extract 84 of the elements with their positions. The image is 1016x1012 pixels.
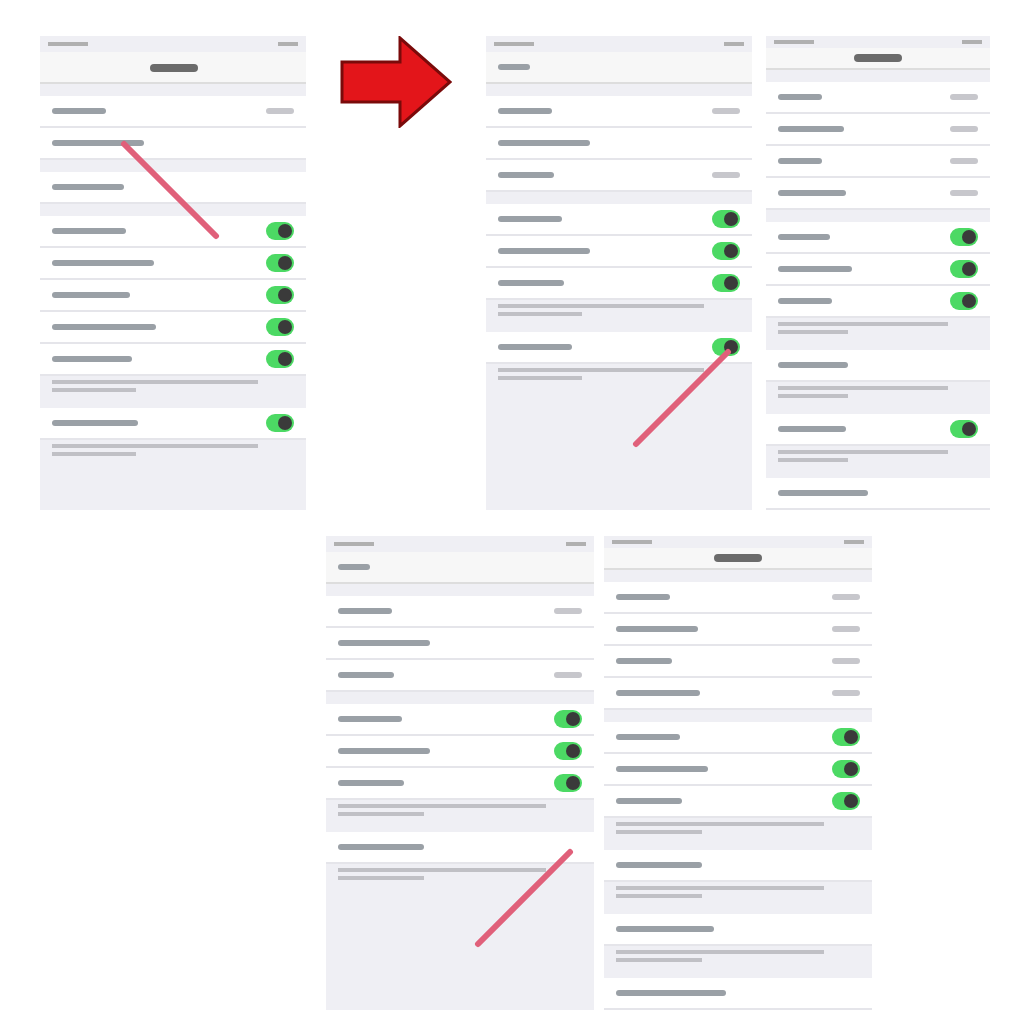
toggle-switch[interactable] [712, 210, 740, 228]
blurred-text-line [52, 356, 132, 362]
blurred-title [714, 553, 762, 562]
blurred-text-line [338, 640, 431, 646]
blurred-value-line [832, 626, 860, 632]
toggle-switch[interactable] [554, 742, 582, 760]
blurred-text-line [778, 190, 846, 196]
blurred-text-line [338, 716, 403, 722]
blurred-text-line [52, 260, 155, 266]
blurred-text-line [52, 184, 125, 190]
toggle-switch[interactable] [554, 774, 582, 792]
toggle-switch[interactable] [950, 228, 978, 246]
status-bar-marks [844, 539, 864, 544]
blurred-text-line [778, 94, 821, 100]
blurred-text-line [498, 172, 554, 178]
blurred-text-line [616, 658, 673, 664]
blurred-text-line [338, 608, 392, 614]
blurred-text-line [498, 344, 573, 350]
blurred-text-line [52, 324, 157, 330]
blurred-text-line [498, 280, 565, 286]
toggle-switch[interactable] [266, 222, 294, 240]
blurred-text-line [616, 798, 683, 804]
blurred-value-line [832, 690, 860, 696]
blurred-text-line [338, 780, 405, 786]
right-arrow-icon [340, 36, 452, 128]
blurred-text-line [778, 362, 848, 368]
blurred-text-line [778, 490, 868, 496]
blurred-text-line [52, 140, 144, 146]
blurred-text-line [778, 234, 830, 240]
blurred-value-line [266, 108, 294, 114]
toggle-switch[interactable] [832, 728, 860, 746]
toggle-switch[interactable] [266, 318, 294, 336]
toggle-switch[interactable] [712, 242, 740, 260]
blurred-value-line [950, 190, 978, 196]
toggle-switch[interactable] [950, 292, 978, 310]
toggle-switch[interactable] [712, 338, 740, 356]
toggle-switch[interactable] [832, 760, 860, 778]
blurred-value-line [950, 94, 978, 100]
blurred-value-line [950, 158, 978, 164]
blurred-text-line [338, 672, 395, 678]
blurred-text-line [498, 216, 563, 222]
blurred-text-line [498, 108, 552, 114]
blurred-text-line [616, 734, 681, 740]
toggle-switch[interactable] [266, 286, 294, 304]
toggle-switch[interactable] [950, 420, 978, 438]
blurred-text-line [778, 158, 823, 164]
blurred-value-line [950, 126, 978, 132]
status-bar-marks [962, 39, 982, 44]
blurred-value-line [554, 608, 582, 614]
blurred-value-line [712, 108, 740, 114]
toggle-switch[interactable] [554, 710, 582, 728]
status-bar-marks [612, 539, 652, 544]
blurred-text-line [778, 266, 852, 272]
blurred-value-line [554, 672, 582, 678]
blurred-title [854, 53, 902, 62]
blurred-text-line [52, 228, 127, 234]
toggle-switch[interactable] [950, 260, 978, 278]
blurred-value-line [712, 172, 740, 178]
status-bar-marks [774, 39, 814, 44]
blurred-value-line [832, 658, 860, 664]
blurred-text-line [498, 248, 590, 254]
blurred-text-line [616, 594, 670, 600]
blurred-title [149, 63, 197, 71]
toggle-switch[interactable] [712, 274, 740, 292]
toggle-switch[interactable] [266, 414, 294, 432]
blurred-text-line [778, 426, 847, 432]
blurred-text-line [52, 420, 138, 426]
blurred-text-line [338, 844, 424, 850]
toggle-switch[interactable] [832, 792, 860, 810]
blurred-value-line [832, 594, 860, 600]
blurred-text-line [778, 298, 832, 304]
blurred-text-line [778, 126, 844, 132]
blurred-text-line [616, 926, 714, 932]
blurred-text-line [338, 748, 431, 754]
toggle-switch[interactable] [266, 254, 294, 272]
blurred-text-line [498, 140, 590, 146]
blurred-text-line [616, 862, 702, 868]
blurred-text-line [616, 766, 709, 772]
blurred-text-line [616, 626, 699, 632]
toggle-switch[interactable] [266, 350, 294, 368]
blurred-text-line [616, 690, 701, 696]
blurred-text-line [52, 292, 130, 298]
blurred-text-line [52, 108, 106, 114]
blurred-text-line [616, 990, 726, 996]
